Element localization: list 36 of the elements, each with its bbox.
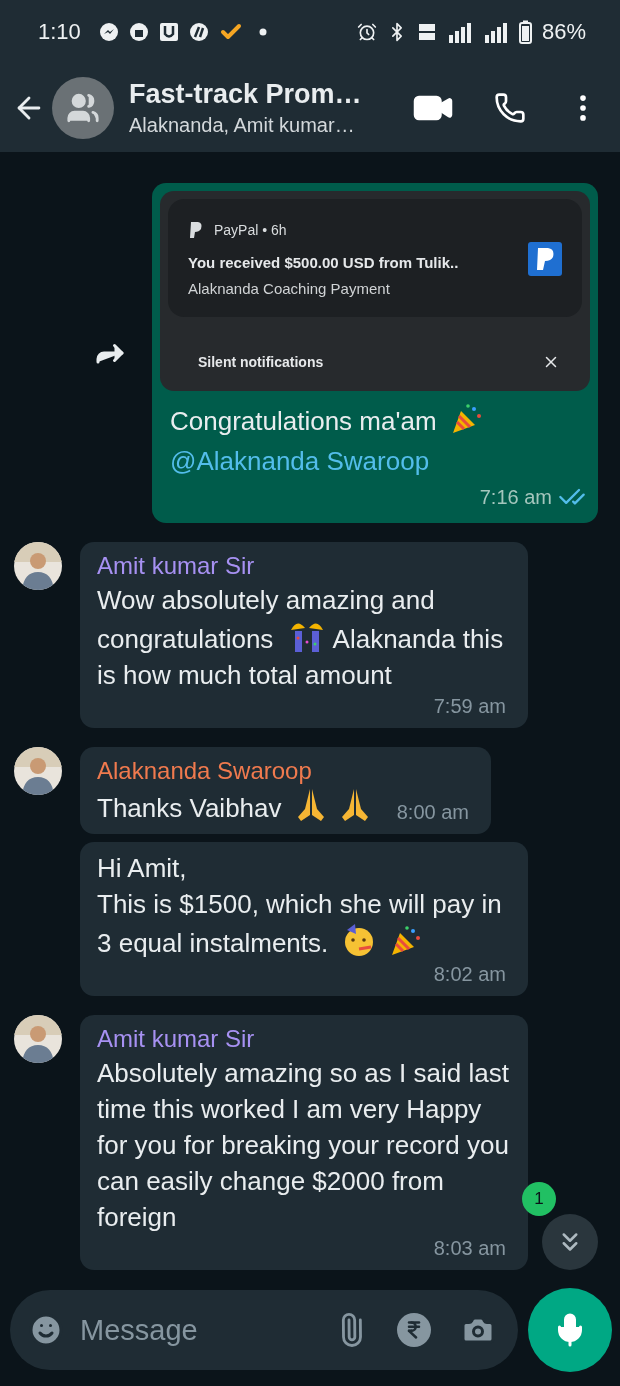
message-time: 8:03 am [433,1237,506,1260]
message-time: 8:00 am [396,801,469,824]
message-text: Absolutely amazing so as I said last time this worked I am very Happy for you for breaking your record you can easily change $2000 from foreign [97,1057,510,1234]
paypal-small-icon [188,221,204,239]
phone-call-icon[interactable] [494,92,526,124]
notification-body: Alaknanda Coaching Payment [188,280,391,297]
scroll-down-button[interactable] [542,1214,598,1270]
status-time: 1:10 [38,19,81,45]
chat-title[interactable]: Fast-track Prom… [129,79,412,110]
message-text: Congratulations ma'am @Alaknanda Swaroop [160,391,590,481]
battery-icon [518,20,532,44]
message-input[interactable]: Message [78,1312,320,1348]
people-icon [66,91,100,125]
alarm-icon [356,22,377,42]
battery-percentage: 86% [541,19,586,45]
notification-title: You received $500.00 USD from Tulik.. [188,254,460,271]
signal-icon [482,21,509,43]
message-time: 7:59 am [433,695,506,718]
sender-name: Amit kumar Sir [97,552,256,580]
notification-app: PayPal • 6h [214,222,287,238]
message-text: Thanks Vaibhav [97,787,377,826]
unread-count: 1 [522,1182,556,1216]
paypal-logo-icon [528,242,562,276]
signal-icon [446,21,473,43]
message-text: Hi Amit, This is $1500, which she will pay in 3 equal instalments. [97,852,503,960]
message-time: 8:02 am [433,963,506,986]
notification-footer: Silent notifications [198,354,324,370]
chat-bubble-icon [98,22,119,42]
chat-members: Alaknanda, Amit kumar… [129,114,356,137]
rupee-icon[interactable] [396,1312,432,1348]
message-text: Wow absolutely amazing and congratulations Alaknanda this is how much total amount [97,584,505,692]
message-time: 7:16 am [479,485,552,509]
dot-icon [258,28,267,36]
sender-name: Amit kumar Sir [97,1025,256,1053]
sender-name: Alaknanda Swaroop [97,757,313,785]
square-app-icon [158,22,179,42]
